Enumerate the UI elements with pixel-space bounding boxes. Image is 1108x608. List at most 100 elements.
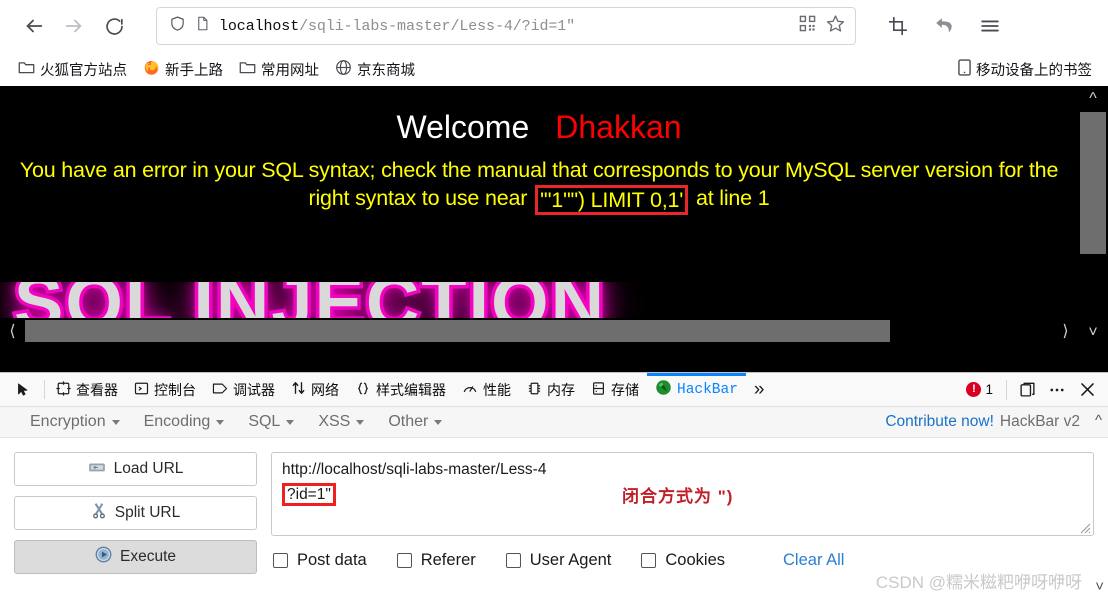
menu-encoding[interactable]: Encoding bbox=[132, 411, 237, 433]
tab-label: 控制台 bbox=[154, 381, 196, 398]
dock-layout-icon[interactable] bbox=[1014, 377, 1040, 403]
bookmarks-toolbar: 火狐官方站点 新手上路 常用网址 京东商城 移动设备上的书签 bbox=[0, 52, 1108, 86]
bookmark-item-2[interactable]: 常用网址 bbox=[231, 56, 327, 83]
hackbar-version: HackBar v2 bbox=[999, 413, 1080, 430]
more-options-icon[interactable] bbox=[1044, 377, 1070, 403]
checkbox-cookies[interactable]: Cookies bbox=[641, 551, 725, 570]
tab-style-editor[interactable]: 样式编辑器 bbox=[347, 373, 454, 406]
url-host: localhost bbox=[219, 17, 300, 35]
checkbox-box[interactable] bbox=[273, 553, 288, 568]
shield-icon bbox=[169, 15, 186, 37]
load-url-icon bbox=[88, 460, 106, 479]
performance-icon bbox=[462, 381, 478, 399]
clear-all-link[interactable]: Clear All bbox=[783, 551, 844, 570]
bookmark-item-0[interactable]: 火狐官方站点 bbox=[10, 56, 135, 83]
element-picker-icon[interactable] bbox=[4, 373, 41, 406]
tab-memory[interactable]: 内存 bbox=[519, 373, 583, 406]
devtools-panel: 查看器 控制台 调试器 网络 样式编辑器 性能 内存 存储 HackBar » … bbox=[0, 372, 1108, 599]
menu-sql[interactable]: SQL bbox=[236, 411, 306, 433]
checkbox-referer[interactable]: Referer bbox=[396, 551, 476, 570]
hscroll-right-arrow[interactable]: ⟩ bbox=[1053, 318, 1078, 344]
tab-network[interactable]: 网络 bbox=[283, 373, 347, 406]
qr-code-icon[interactable] bbox=[799, 15, 816, 37]
menu-other[interactable]: Other bbox=[376, 411, 454, 433]
contribute-link[interactable]: Contribute now! bbox=[885, 413, 994, 431]
hackbar-menubar: Encryption Encoding SQL XSS Other Contri… bbox=[0, 407, 1108, 438]
hackbar-contribute: Contribute now! HackBar v2 bbox=[885, 413, 1080, 431]
page-horizontal-scrollbar[interactable]: ⟨ ⟩ bbox=[0, 318, 1078, 344]
tab-console[interactable]: 控制台 bbox=[126, 373, 204, 406]
hscroll-thumb[interactable] bbox=[25, 320, 890, 342]
hackbar-icon bbox=[655, 379, 672, 401]
page-vertical-scrollbar[interactable]: ^ ˅ bbox=[1078, 86, 1108, 372]
sql-error-highlight: '"1"") LIMIT 0,1' bbox=[534, 184, 689, 216]
bookmark-item-mobile[interactable]: 移动设备上的书签 bbox=[952, 56, 1098, 83]
split-url-button[interactable]: Split URL bbox=[14, 496, 257, 530]
checkbox-box[interactable] bbox=[505, 553, 521, 568]
vscroll-track[interactable] bbox=[1078, 112, 1108, 346]
bookmark-item-1[interactable]: 新手上路 bbox=[135, 56, 231, 83]
menu-label: Encryption bbox=[30, 413, 106, 430]
hamburger-menu-icon[interactable] bbox=[970, 6, 1010, 46]
error-icon: ! bbox=[966, 382, 982, 397]
close-icon[interactable] bbox=[1074, 377, 1100, 403]
forward-button[interactable] bbox=[54, 6, 94, 46]
tab-label: 网络 bbox=[311, 381, 339, 398]
sql-error-message: You have an error in your SQL syntax; ch… bbox=[0, 157, 1078, 216]
tab-debugger[interactable]: 调试器 bbox=[204, 373, 283, 406]
chevron-down-icon[interactable]: ˅ bbox=[1095, 578, 1104, 595]
menu-xss[interactable]: XSS bbox=[306, 411, 376, 433]
console-icon bbox=[134, 381, 149, 399]
devtools-toolbar: 查看器 控制台 调试器 网络 样式编辑器 性能 内存 存储 HackBar » … bbox=[0, 373, 1108, 407]
hscroll-left-arrow[interactable]: ⟨ bbox=[0, 318, 25, 344]
tab-label: 调试器 bbox=[233, 381, 275, 398]
reload-button[interactable] bbox=[94, 6, 134, 46]
textarea-resize-handle[interactable] bbox=[1077, 520, 1091, 534]
url-line-2: ?id=1" bbox=[282, 482, 336, 506]
firefox-icon bbox=[143, 59, 160, 80]
hackbar-panel: Encryption Encoding SQL XSS Other Contri… bbox=[0, 407, 1108, 599]
tab-label: 内存 bbox=[547, 381, 575, 398]
undo-arrow-icon[interactable] bbox=[924, 6, 964, 46]
checkbox-box[interactable] bbox=[396, 553, 412, 568]
hackbar-url-area: http://localhost/sqli-labs-master/Less-4… bbox=[271, 452, 1094, 574]
menu-label: XSS bbox=[318, 413, 351, 430]
brand-text: Dhakkan bbox=[555, 109, 682, 145]
tab-performance[interactable]: 性能 bbox=[454, 373, 519, 406]
tab-inspector[interactable]: 查看器 bbox=[48, 373, 126, 406]
load-url-button[interactable]: Load URL bbox=[14, 452, 257, 486]
hackbar-body: Load URL Split URL Execute http://localh… bbox=[0, 438, 1108, 574]
menu-encryption[interactable]: Encryption bbox=[18, 411, 132, 433]
devtools-toolbar-right: ! 1 bbox=[960, 373, 1108, 406]
back-button[interactable] bbox=[14, 6, 54, 46]
chevron-double-right-icon: » bbox=[753, 378, 765, 400]
checkbox-user-agent[interactable]: User Agent bbox=[505, 551, 612, 570]
vscroll-thumb[interactable] bbox=[1080, 112, 1106, 254]
checkbox-label: Referer bbox=[420, 551, 476, 569]
browser-chrome: localhost/sqli-labs-master/Less-4/?id=1" bbox=[0, 0, 1108, 86]
vscroll-down-arrow[interactable]: ˅ bbox=[1078, 320, 1108, 346]
checkbox-label: User Agent bbox=[529, 551, 612, 569]
star-icon[interactable] bbox=[826, 14, 845, 38]
menu-label: Other bbox=[388, 413, 429, 430]
vscroll-up-arrow[interactable]: ^ bbox=[1078, 86, 1108, 112]
tab-storage[interactable]: 存储 bbox=[583, 373, 647, 406]
url-line-1: http://localhost/sqli-labs-master/Less-4 bbox=[282, 461, 547, 478]
bookmark-item-3[interactable]: 京东商城 bbox=[327, 56, 423, 83]
checkbox-box[interactable] bbox=[641, 553, 657, 568]
url-textarea[interactable]: http://localhost/sqli-labs-master/Less-4… bbox=[271, 452, 1094, 536]
memory-icon bbox=[527, 381, 542, 399]
page-viewport: Welcome Dhakkan You have an error in your… bbox=[0, 86, 1108, 372]
play-icon bbox=[95, 546, 112, 568]
checkbox-post-data[interactable]: Post data bbox=[273, 551, 367, 570]
tab-label: 样式编辑器 bbox=[376, 381, 446, 398]
url-bar[interactable]: localhost/sqli-labs-master/Less-4/?id=1" bbox=[156, 7, 856, 45]
tab-hackbar[interactable]: HackBar bbox=[647, 373, 746, 406]
tab-label: 性能 bbox=[483, 381, 511, 398]
screenshot-icon[interactable] bbox=[878, 6, 918, 46]
tabs-overflow-button[interactable]: » bbox=[746, 373, 773, 406]
execute-button[interactable]: Execute bbox=[14, 540, 257, 574]
error-count-badge[interactable]: ! 1 bbox=[960, 382, 999, 397]
devtools-tabs: 查看器 控制台 调试器 网络 样式编辑器 性能 内存 存储 HackBar » bbox=[48, 373, 960, 406]
chevron-up-icon[interactable]: ^ bbox=[1095, 412, 1102, 429]
